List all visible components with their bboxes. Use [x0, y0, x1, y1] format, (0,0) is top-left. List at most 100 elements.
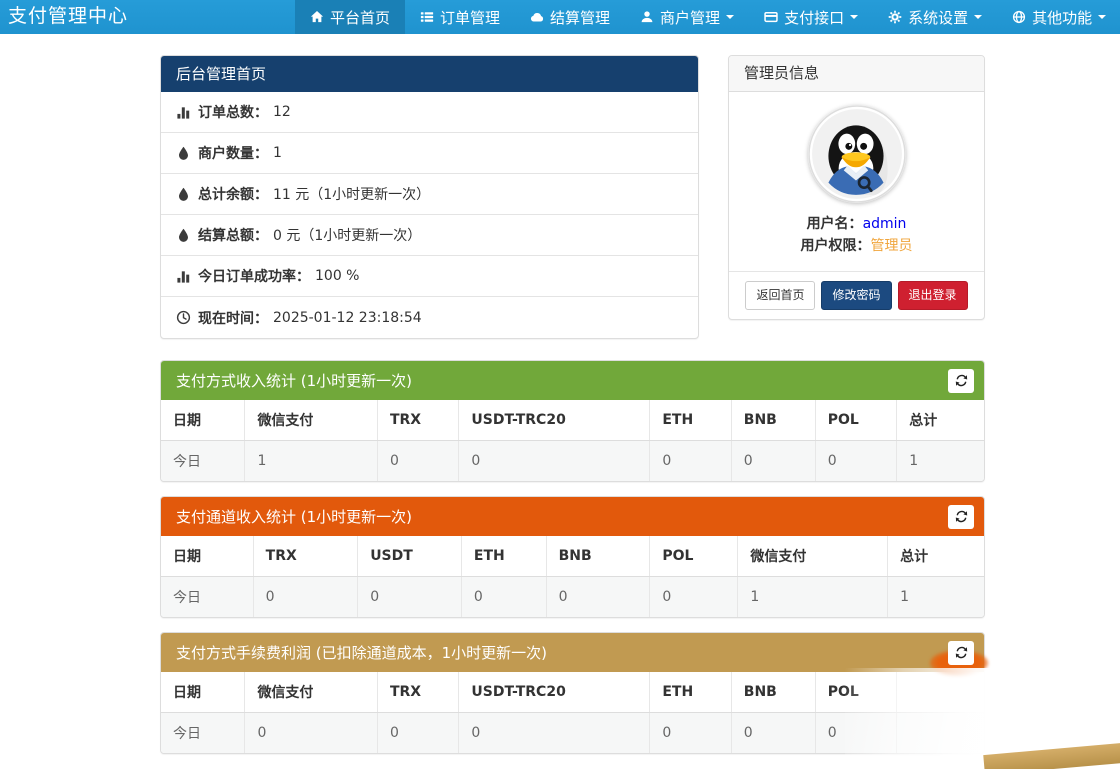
table-cell: 0: [815, 441, 896, 482]
stat-row-order-total: 订单总数：12: [161, 92, 698, 133]
stat-value: 2025-01-12 23:18:54: [273, 310, 422, 326]
column-header: BNB: [731, 672, 815, 713]
table-cell: 0: [650, 577, 738, 618]
table-cell: 0: [731, 441, 815, 482]
dashboard-panel: 后台管理首页 订单总数：12商户数量：1总计余额：11 元（1小时更新一次）结算…: [160, 55, 699, 339]
table-cell: 0: [731, 713, 815, 754]
table-title: 支付方式收入统计 (1小时更新一次): [176, 370, 412, 391]
nav-item-merchants[interactable]: 商户管理: [625, 0, 749, 34]
home-icon: [310, 10, 324, 24]
nav-item-label: 订单管理: [440, 7, 500, 28]
nav-item-other-functions[interactable]: 其他功能: [997, 0, 1120, 34]
table-row: 今日0000011: [161, 577, 984, 618]
navbar-menu: 平台首页订单管理结算管理商户管理支付接口系统设置其他功能退出登录: [295, 0, 1120, 34]
list-icon: [420, 10, 434, 24]
refresh-icon: [955, 374, 968, 387]
table-cell: 1: [888, 577, 984, 618]
caret-down-icon: [1098, 15, 1106, 19]
credit-card-icon: [764, 10, 778, 24]
column-header: BNB: [731, 400, 815, 441]
stat-label: 今日订单成功率：: [198, 266, 310, 286]
table-title: 支付通道收入统计 (1小时更新一次): [176, 506, 412, 527]
column-header: 日期: [161, 672, 245, 713]
app-title: 支付管理中心: [8, 0, 128, 34]
column-header: TRX: [377, 672, 458, 713]
table-cell: 0: [358, 577, 462, 618]
nav-item-system-settings[interactable]: 系统设置: [873, 0, 997, 34]
refresh-button[interactable]: [948, 505, 974, 529]
table-cell: 1: [738, 577, 888, 618]
table-heading: 支付方式收入统计 (1小时更新一次): [161, 361, 984, 400]
user-icon: [640, 10, 654, 24]
table-cell: 0: [253, 577, 358, 618]
table-cell: 1: [245, 441, 378, 482]
column-header: USDT: [358, 536, 462, 577]
top-navbar: 支付管理中心 平台首页订单管理结算管理商户管理支付接口系统设置其他功能退出登录: [0, 0, 1120, 34]
nav-item-settlement[interactable]: 结算管理: [515, 0, 625, 34]
stat-row-settlement-total: 结算总额：0 元（1小时更新一次）: [161, 215, 698, 256]
table-heading: 支付通道收入统计 (1小时更新一次): [161, 497, 984, 536]
column-header: 总计: [897, 400, 984, 441]
table-row: 今日1000001: [161, 441, 984, 482]
table-cell: 今日: [161, 441, 245, 482]
table-cell: 今日: [161, 713, 245, 754]
caret-down-icon: [974, 15, 982, 19]
role-link[interactable]: 管理员: [871, 238, 913, 254]
stat-label: 商户数量：: [198, 143, 268, 163]
data-table: 日期微信支付TRXUSDT-TRC20ETHBNBPOL总计今日1000001: [161, 400, 984, 481]
column-header: 微信支付: [245, 672, 378, 713]
column-header: POL: [815, 400, 896, 441]
logout-button[interactable]: 退出登录: [898, 281, 968, 310]
refresh-button[interactable]: [948, 641, 974, 665]
nav-item-home[interactable]: 平台首页: [295, 0, 405, 34]
column-header: USDT-TRC20: [459, 672, 650, 713]
role-line: 用户权限：管理员: [739, 235, 974, 257]
nav-item-payment-api[interactable]: 支付接口: [749, 0, 873, 34]
stat-label: 结算总额：: [198, 225, 268, 245]
stat-value: 100 %: [315, 268, 359, 284]
back-home-button[interactable]: 返回首页: [745, 281, 815, 310]
stat-row-today-success-rate: 今日订单成功率： 100 %: [161, 256, 698, 297]
nav-item-label: 平台首页: [330, 7, 390, 28]
table-cell: 0: [459, 441, 650, 482]
nav-item-label: 商户管理: [660, 7, 720, 28]
column-header: USDT-TRC20: [459, 400, 650, 441]
dashboard-panel-title: 后台管理首页: [161, 56, 698, 92]
stat-label: 总计余额：: [198, 184, 268, 204]
page: 支付管理中心 平台首页订单管理结算管理商户管理支付接口系统设置其他功能退出登录 …: [0, 0, 1120, 769]
avatar: [808, 105, 906, 203]
column-header: 微信支付: [245, 400, 378, 441]
refresh-button[interactable]: [948, 369, 974, 393]
nav-item-label: 支付接口: [784, 7, 844, 28]
stats-list: 订单总数：12商户数量：1总计余额：11 元（1小时更新一次）结算总额：0 元（…: [161, 92, 698, 338]
change-password-button[interactable]: 修改密码: [821, 281, 891, 310]
table-cell: 0: [245, 713, 378, 754]
table-cell: 0: [377, 713, 458, 754]
table-cell: 1: [897, 441, 984, 482]
table-panel-payment-method-income: 支付方式收入统计 (1小时更新一次)日期微信支付TRXUSDT-TRC20ETH…: [160, 360, 985, 482]
admin-panel-footer: 返回首页修改密码退出登录: [729, 271, 984, 319]
caret-down-icon: [850, 15, 858, 19]
username-line: 用户名：admin: [739, 213, 974, 235]
table-cell: 今日: [161, 577, 253, 618]
nav-item-label: 结算管理: [550, 7, 610, 28]
column-header: ETH: [650, 672, 731, 713]
username-link[interactable]: admin: [863, 216, 907, 232]
table-cell: 0: [377, 441, 458, 482]
column-header: POL: [650, 536, 738, 577]
nav-item-orders[interactable]: 订单管理: [405, 0, 515, 34]
column-header: 日期: [161, 536, 253, 577]
column-header: 总计: [888, 536, 984, 577]
caret-down-icon: [726, 15, 734, 19]
globe-icon: [1012, 10, 1026, 24]
admin-info-panel: 管理员信息: [728, 55, 985, 320]
stat-value: 0 元（1小时更新一次）: [273, 225, 421, 245]
stat-row-merchant-count: 商户数量：1: [161, 133, 698, 174]
bar-chart-icon: [176, 105, 191, 120]
data-table: 日期TRXUSDTETHBNBPOL微信支付总计今日0000011: [161, 536, 984, 617]
nav-item-label: 其他功能: [1032, 7, 1092, 28]
droplet-icon: [176, 187, 191, 202]
column-header: TRX: [253, 536, 358, 577]
stat-row-total-balance: 总计余额：11 元（1小时更新一次）: [161, 174, 698, 215]
bar-chart-icon: [176, 269, 191, 284]
